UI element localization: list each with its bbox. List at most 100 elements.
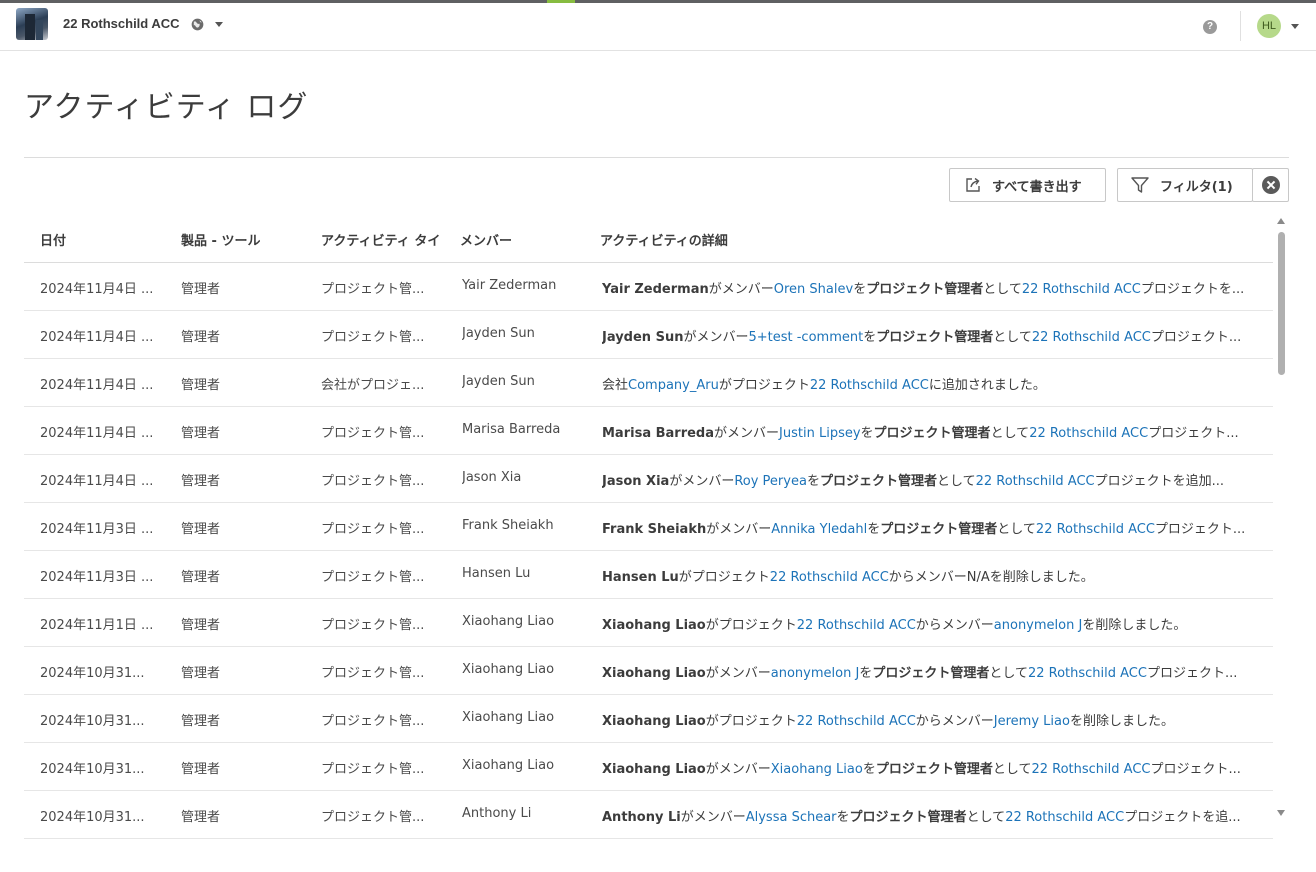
detail-bold-text: Frank Sheiakh	[602, 522, 707, 537]
row-tool: 管理者	[181, 330, 221, 345]
detail-text: がプロジェクト	[705, 714, 797, 729]
detail-text: プロジェクト...	[1148, 426, 1239, 441]
table-row[interactable]: 2024年11月4日 ... 管理者 プロジェクト管... Jason Xia Jaso…	[24, 455, 1273, 503]
user-avatar[interactable]: HL	[1257, 14, 1281, 38]
row-date: 2024年10月31...	[40, 714, 145, 729]
row-member: Jayden Sun	[462, 374, 535, 389]
detail-bold-text: Jayden Sun	[602, 330, 684, 345]
detail-link[interactable]: Jeremy Liao	[994, 714, 1070, 729]
row-date: 2024年11月3日 ...	[40, 522, 154, 537]
clear-filter-button[interactable]	[1252, 168, 1289, 202]
detail-bold-text: プロジェクト管理者	[880, 522, 998, 537]
detail-link[interactable]: 5+test -comment	[748, 330, 863, 345]
detail-link[interactable]: Company_Aru	[628, 378, 719, 393]
filter-label: フィルタ(1)	[1160, 179, 1233, 195]
detail-text: として	[990, 426, 1030, 441]
detail-link[interactable]: Justin Lipsey	[779, 426, 861, 441]
help-icon[interactable]: ?	[1203, 20, 1217, 34]
row-detail: Xiaohang Liaoがプロジェクト22 Rothschild ACCからメ…	[602, 710, 1258, 729]
detail-link[interactable]: 22 Rothschild ACC	[1029, 426, 1148, 441]
filter-button[interactable]: フィルタ(1)	[1117, 168, 1253, 202]
row-member: Hansen Lu	[462, 566, 531, 581]
row-activity-type: プロジェクト管...	[321, 474, 425, 489]
table-row[interactable]: 2024年11月3日 ... 管理者 プロジェクト管... Hansen Lu Hans…	[24, 551, 1273, 599]
row-activity-type: プロジェクト管...	[321, 666, 425, 681]
filter-funnel-icon	[1131, 177, 1149, 193]
column-header-date[interactable]: 日付	[40, 230, 66, 249]
detail-link[interactable]: 22 Rothschild ACC	[1031, 762, 1150, 777]
scroll-down-arrow-icon[interactable]	[1277, 810, 1285, 816]
table-row[interactable]: 2024年11月4日 ... 管理者 プロジェクト管... Jayden Sun Jay…	[24, 311, 1273, 359]
column-header-member[interactable]: メンバー	[460, 230, 512, 249]
detail-text: を	[860, 426, 874, 441]
detail-text: として	[992, 762, 1032, 777]
row-date: 2024年11月4日 ...	[40, 282, 154, 297]
detail-text: を	[836, 810, 850, 825]
detail-link[interactable]: 22 Rothschild ACC	[810, 378, 929, 393]
detail-link[interactable]: Xiaohang Liao	[771, 762, 863, 777]
detail-bold-text: Marisa Barreda	[602, 426, 715, 441]
detail-text: プロジェクト...	[1150, 762, 1241, 777]
detail-text: を	[859, 666, 873, 681]
detail-link[interactable]: 22 Rothschild ACC	[976, 474, 1095, 489]
detail-text: がメンバー	[705, 762, 771, 777]
table-row[interactable]: 2024年11月4日 ... 管理者 プロジェクト管... Yair Zederman…	[24, 263, 1273, 311]
table-row[interactable]: 2024年10月31... 管理者 プロジェクト管... Anthony Li Anth…	[24, 791, 1273, 839]
row-date: 2024年11月4日 ...	[40, 426, 154, 441]
detail-link[interactable]: Alyssa Schear	[746, 810, 837, 825]
scrollbar-thumb[interactable]	[1278, 232, 1285, 375]
detail-text: がメンバー	[706, 522, 772, 537]
row-activity-type: プロジェクト管...	[321, 810, 425, 825]
export-icon	[966, 177, 980, 192]
project-name[interactable]: 22 Rothschild ACC	[63, 16, 180, 31]
row-date: 2024年11月4日 ...	[40, 378, 154, 393]
user-menu-chevron-icon[interactable]	[1291, 24, 1299, 29]
row-date: 2024年11月4日 ...	[40, 474, 154, 489]
table-row[interactable]: 2024年11月3日 ... 管理者 プロジェクト管... Frank Sheiakh…	[24, 503, 1273, 551]
table-row[interactable]: 2024年11月1日 ... 管理者 プロジェクト管... Xiaohang Liao…	[24, 599, 1273, 647]
table-row[interactable]: 2024年11月4日 ... 管理者 会社がプロジェ... Jayden Sun 会社C…	[24, 359, 1273, 407]
detail-link[interactable]: 22 Rothschild ACC	[770, 570, 889, 585]
detail-text: からメンバー	[915, 714, 994, 729]
row-tool: 管理者	[181, 522, 221, 537]
table-row[interactable]: 2024年11月4日 ... 管理者 プロジェクト管... Marisa Barred…	[24, 407, 1273, 455]
row-member: Yair Zederman	[462, 278, 557, 293]
title-divider	[24, 157, 1289, 158]
detail-text: として	[997, 522, 1036, 537]
detail-link[interactable]: 22 Rothschild ACC	[1032, 330, 1151, 345]
project-thumbnail[interactable]	[16, 8, 48, 40]
detail-link[interactable]: Annika Yledahl	[771, 522, 867, 537]
detail-text: を	[862, 762, 876, 777]
scroll-up-arrow-icon[interactable]	[1277, 218, 1285, 224]
detail-link[interactable]: anonymelon J	[994, 618, 1083, 633]
row-member: Jason Xia	[462, 470, 522, 485]
detail-text: プロジェクトを追加...	[1094, 474, 1224, 489]
detail-link[interactable]: 22 Rothschild ACC	[1028, 666, 1147, 681]
table-row[interactable]: 2024年10月31... 管理者 プロジェクト管... Xiaohang Liao X…	[24, 647, 1273, 695]
detail-text: として	[936, 474, 976, 489]
export-all-button[interactable]: すべて書き出す	[949, 168, 1106, 202]
detail-link[interactable]: Oren Shalev	[774, 282, 853, 297]
row-tool: 管理者	[181, 282, 221, 297]
detail-link[interactable]: 22 Rothschild ACC	[1022, 282, 1141, 297]
detail-text: を	[867, 522, 881, 537]
detail-text: がメンバー	[714, 426, 780, 441]
detail-link[interactable]: 22 Rothschild ACC	[1036, 522, 1155, 537]
detail-link[interactable]: 22 Rothschild ACC	[1005, 810, 1124, 825]
row-date: 2024年10月31...	[40, 666, 145, 681]
column-header-detail[interactable]: アクティビティの詳細	[600, 230, 728, 249]
table-row[interactable]: 2024年10月31... 管理者 プロジェクト管... Xiaohang Liao X…	[24, 695, 1273, 743]
column-header-tool[interactable]: 製品 - ツール	[181, 230, 260, 249]
table-row[interactable]: 2024年10月31... 管理者 プロジェクト管... Xiaohang Liao X…	[24, 743, 1273, 791]
activity-table: 日付 製品 - ツール アクティビティ タイ メンバー アクティビティの詳細 2…	[24, 214, 1273, 839]
detail-text: がプロジェクト	[705, 618, 797, 633]
project-dropdown-chevron-icon[interactable]	[215, 22, 223, 27]
detail-link[interactable]: anonymelon J	[771, 666, 860, 681]
detail-link[interactable]: 22 Rothschild ACC	[797, 714, 916, 729]
detail-link[interactable]: 22 Rothschild ACC	[797, 618, 916, 633]
export-all-label: すべて書き出す	[992, 179, 1082, 195]
column-header-activity-type[interactable]: アクティビティ タイ	[321, 230, 447, 249]
detail-link[interactable]: Roy Peryea	[734, 474, 807, 489]
row-member: Anthony Li	[462, 806, 532, 821]
close-icon	[1261, 176, 1280, 194]
